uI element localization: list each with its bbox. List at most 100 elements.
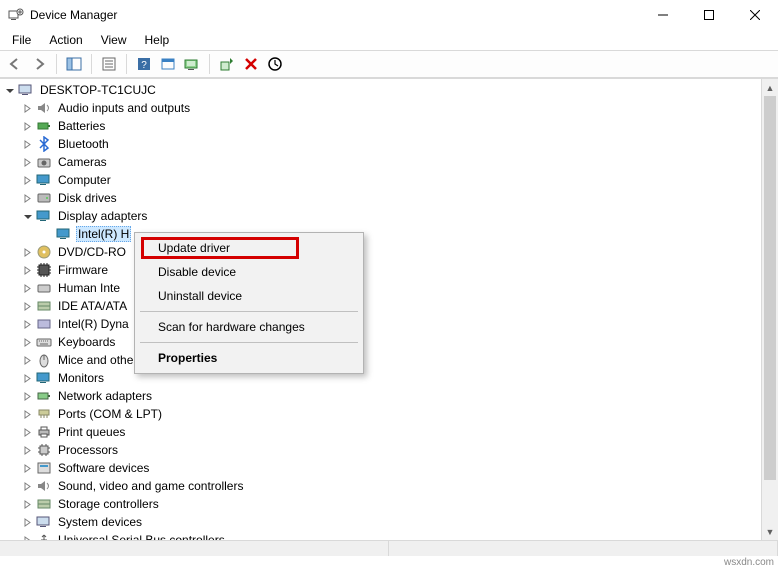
menu-help[interactable]: Help	[137, 31, 178, 49]
tree-node-keyboards[interactable]: Keyboards	[0, 333, 761, 351]
uninstall-button[interactable]	[240, 53, 262, 75]
expand-icon[interactable]	[20, 299, 34, 313]
expand-icon[interactable]	[20, 173, 34, 187]
expand-icon[interactable]	[20, 497, 34, 511]
tree-label: Intel(R) H	[76, 226, 131, 242]
forward-button[interactable]	[28, 53, 50, 75]
expand-icon[interactable]	[20, 461, 34, 475]
close-button[interactable]	[732, 0, 778, 30]
enable-device-button[interactable]	[216, 53, 238, 75]
update-driver-button[interactable]	[181, 53, 203, 75]
expand-icon[interactable]	[20, 281, 34, 295]
expand-icon[interactable]	[20, 443, 34, 457]
bluetooth-icon	[36, 136, 52, 152]
tree-node-display-child[interactable]: Intel(R) H	[0, 225, 761, 243]
tree-node-cameras[interactable]: Cameras	[0, 153, 761, 171]
tree-node-print-queues[interactable]: Print queues	[0, 423, 761, 441]
toolbar-separator	[91, 54, 92, 74]
expand-icon[interactable]	[20, 353, 34, 367]
expand-icon[interactable]	[20, 137, 34, 151]
context-scan-hardware[interactable]: Scan for hardware changes	[138, 315, 360, 339]
tree-node-softdev[interactable]: Software devices	[0, 459, 761, 477]
expand-icon[interactable]	[20, 101, 34, 115]
expand-icon[interactable]	[20, 389, 34, 403]
tree-node-network[interactable]: Network adapters	[0, 387, 761, 405]
device-tree[interactable]: DESKTOP-TC1CUJC Audio inputs and outputs…	[0, 79, 761, 540]
tree-label: Cameras	[56, 155, 109, 169]
expand-icon[interactable]	[20, 407, 34, 421]
tree-label: Bluetooth	[56, 137, 111, 151]
scan-hardware-button[interactable]	[264, 53, 286, 75]
expand-icon[interactable]	[20, 425, 34, 439]
tree-node-ide[interactable]: IDE ATA/ATA	[0, 297, 761, 315]
display-adapter-icon	[56, 226, 72, 242]
context-properties[interactable]: Properties	[138, 346, 360, 370]
expand-icon[interactable]	[20, 533, 34, 540]
scroll-track[interactable]	[762, 96, 778, 523]
show-hide-tree-button[interactable]	[63, 53, 85, 75]
tree-label: Computer	[56, 173, 113, 187]
tree-label: Processors	[56, 443, 120, 457]
tree-node-sound[interactable]: Sound, video and game controllers	[0, 477, 761, 495]
menu-view[interactable]: View	[93, 31, 135, 49]
help-button[interactable]: ?	[133, 53, 155, 75]
tree-node-display[interactable]: Display adapters	[0, 207, 761, 225]
disk-icon	[36, 190, 52, 206]
collapse-icon[interactable]	[20, 209, 34, 223]
keyboard-icon	[36, 334, 52, 350]
statusbar	[0, 540, 778, 556]
minimize-button[interactable]	[640, 0, 686, 30]
tree-node-audio[interactable]: Audio inputs and outputs	[0, 99, 761, 117]
properties-button[interactable]	[98, 53, 120, 75]
context-uninstall-device[interactable]: Uninstall device	[138, 284, 360, 308]
expand-icon[interactable]	[20, 263, 34, 277]
tree-node-monitors[interactable]: Monitors	[0, 369, 761, 387]
scroll-up-arrow[interactable]: ▲	[762, 79, 778, 96]
expand-icon[interactable]	[20, 191, 34, 205]
context-menu: Update driver Disable device Uninstall d…	[134, 232, 364, 374]
tree-node-sysdev[interactable]: System devices	[0, 513, 761, 531]
tree-root[interactable]: DESKTOP-TC1CUJC	[0, 81, 761, 99]
back-button[interactable]	[4, 53, 26, 75]
expand-icon[interactable]	[20, 119, 34, 133]
tree-node-storage[interactable]: Storage controllers	[0, 495, 761, 513]
tree-label: System devices	[56, 515, 144, 529]
tree-node-mice[interactable]: Mice and other pointing devices	[0, 351, 761, 369]
toolbar-icon[interactable]	[157, 53, 179, 75]
tree-node-ports[interactable]: Ports (COM & LPT)	[0, 405, 761, 423]
tree-node-firmware[interactable]: Firmware	[0, 261, 761, 279]
tree-node-usb[interactable]: Universal Serial Bus controllers	[0, 531, 761, 540]
expand-icon[interactable]	[20, 371, 34, 385]
collapse-icon[interactable]	[2, 83, 16, 97]
maximize-button[interactable]	[686, 0, 732, 30]
tree-node-dvd[interactable]: DVD/CD-RO	[0, 243, 761, 261]
context-disable-device[interactable]: Disable device	[138, 260, 360, 284]
software-device-icon	[36, 460, 52, 476]
window-title: Device Manager	[30, 8, 117, 22]
context-update-driver[interactable]: Update driver	[138, 236, 360, 260]
tree-node-bluetooth[interactable]: Bluetooth	[0, 135, 761, 153]
expand-icon[interactable]	[20, 479, 34, 493]
expand-icon[interactable]	[20, 317, 34, 331]
toolbar-separator	[126, 54, 127, 74]
tree-node-batteries[interactable]: Batteries	[0, 117, 761, 135]
svg-text:?: ?	[141, 60, 147, 71]
scroll-down-arrow[interactable]: ▼	[762, 523, 778, 540]
menubar: File Action View Help	[0, 30, 778, 50]
tree-node-intel-dyn[interactable]: Intel(R) Dyna	[0, 315, 761, 333]
vertical-scrollbar[interactable]: ▲ ▼	[761, 79, 778, 540]
expand-icon[interactable]	[20, 515, 34, 529]
tree-node-hid[interactable]: Human Inte	[0, 279, 761, 297]
tree-node-disk[interactable]: Disk drives	[0, 189, 761, 207]
menu-action[interactable]: Action	[41, 31, 90, 49]
tree-label: Display adapters	[56, 209, 149, 223]
expand-icon[interactable]	[20, 335, 34, 349]
tree-node-computer[interactable]: Computer	[0, 171, 761, 189]
expand-icon[interactable]	[20, 245, 34, 259]
speaker-icon	[36, 100, 52, 116]
tree-node-processors[interactable]: Processors	[0, 441, 761, 459]
expand-icon[interactable]	[20, 155, 34, 169]
menu-file[interactable]: File	[4, 31, 39, 49]
tree-label: Batteries	[56, 119, 107, 133]
scroll-thumb[interactable]	[764, 96, 776, 480]
